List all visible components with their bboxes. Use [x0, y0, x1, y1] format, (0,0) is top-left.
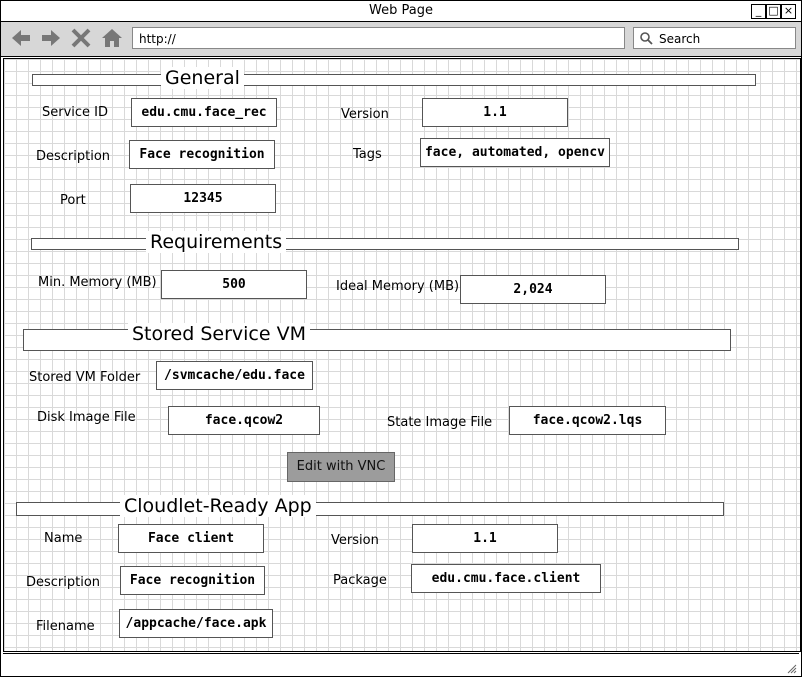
filename-field[interactable]: /appcache/face.apk: [119, 609, 273, 638]
app-description-label: Description: [26, 575, 101, 590]
edit-with-vnc-button[interactable]: Edit with VNC: [287, 452, 395, 482]
back-icon[interactable]: [10, 27, 32, 49]
window-title: Web Page: [369, 3, 433, 18]
maximize-icon[interactable]: □: [766, 4, 781, 19]
package-field[interactable]: edu.cmu.face.client: [411, 564, 601, 593]
stored-vm-heading: Stored Service VM: [128, 323, 310, 345]
app-version-label: Version: [331, 533, 379, 548]
ideal-memory-field[interactable]: 2,024: [460, 275, 606, 304]
app-name-field[interactable]: Face client: [118, 524, 264, 553]
general-section-divider: [32, 74, 756, 86]
app-name-label: Name: [44, 531, 83, 546]
general-heading: General: [161, 67, 244, 89]
state-image-label: State Image File: [387, 415, 493, 430]
port-field[interactable]: 12345: [130, 184, 276, 213]
search-box[interactable]: Search: [633, 27, 796, 49]
disk-image-field[interactable]: face.qcow2: [168, 406, 320, 435]
vm-folder-field[interactable]: /svmcache/edu.face: [156, 361, 313, 390]
close-icon[interactable]: ×: [781, 4, 796, 19]
min-memory-label: Min. Memory (MB): [38, 275, 157, 290]
search-placeholder: Search: [659, 32, 701, 46]
version-label: Version: [341, 107, 389, 122]
filename-label: Filename: [36, 619, 95, 634]
title-bar: Web Page _ □ ×: [1, 1, 801, 22]
vm-folder-label: Stored VM Folder: [29, 370, 141, 385]
disk-image-label: Disk Image File: [37, 410, 136, 425]
app-version-field[interactable]: 1.1: [412, 524, 558, 553]
package-label: Package: [333, 573, 387, 588]
tags-label: Tags: [353, 147, 382, 162]
resize-grip-icon[interactable]: [787, 664, 797, 674]
service-id-label: Service ID: [42, 105, 109, 120]
home-icon[interactable]: [101, 27, 123, 49]
min-memory-field[interactable]: 500: [161, 270, 307, 299]
port-label: Port: [60, 193, 86, 208]
search-icon: [640, 32, 653, 45]
description-field[interactable]: Face recognition: [129, 140, 275, 169]
tags-field[interactable]: face, automated, opencv: [420, 138, 610, 167]
status-bar: [3, 653, 799, 676]
app-description-field[interactable]: Face recognition: [120, 566, 265, 595]
requirements-section-divider: [31, 238, 739, 250]
browser-toolbar: http:// Search: [1, 22, 801, 57]
app-heading: Cloudlet-Ready App: [120, 495, 316, 517]
version-field[interactable]: 1.1: [422, 98, 568, 127]
ideal-memory-label: Ideal Memory (MB): [336, 279, 460, 294]
requirements-heading: Requirements: [146, 231, 287, 253]
state-image-field[interactable]: face.qcow2.lqs: [509, 406, 666, 435]
address-bar[interactable]: http://: [132, 27, 625, 49]
service-id-field[interactable]: edu.cmu.face_rec: [131, 98, 277, 127]
browser-window: Web Page _ □ × http:// Search General Se…: [0, 0, 802, 677]
forward-icon[interactable]: [40, 27, 62, 49]
minimize-icon[interactable]: _: [751, 4, 766, 19]
page-content: General Service ID edu.cmu.face_rec Vers…: [3, 58, 801, 652]
stop-icon[interactable]: [70, 27, 92, 49]
description-label: Description: [36, 149, 111, 164]
